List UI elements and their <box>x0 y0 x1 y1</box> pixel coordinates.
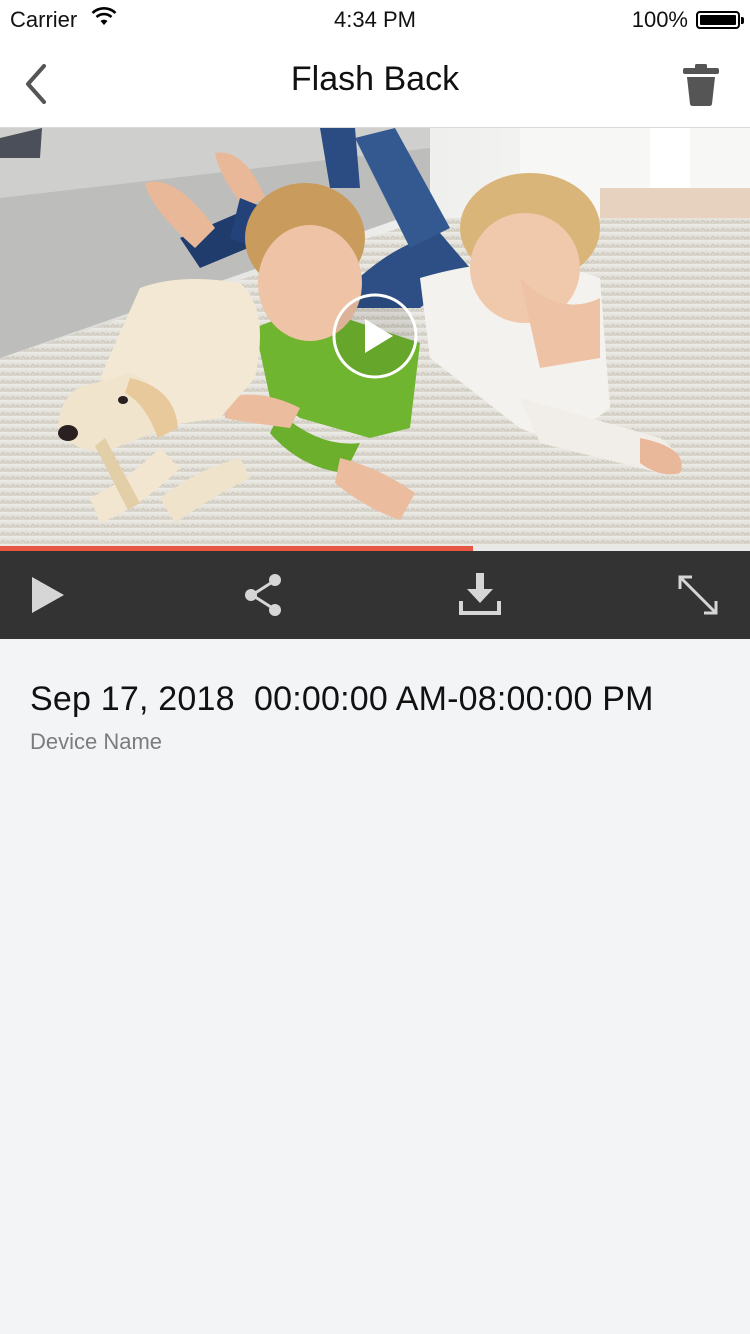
recording-info: Sep 17, 2018 00:00:00 AM-08:00:00 PM Dev… <box>30 680 730 755</box>
status-bar: Carrier 4:34 PM 100% <box>0 0 750 40</box>
status-left: Carrier <box>10 7 117 33</box>
status-right: 100% <box>631 7 744 33</box>
delete-button[interactable] <box>678 62 724 108</box>
player-controls <box>0 551 750 639</box>
battery-percent: 100% <box>631 7 688 32</box>
fullscreen-icon <box>678 575 718 615</box>
play-circle-icon <box>332 293 418 379</box>
wifi-icon <box>91 7 117 33</box>
fullscreen-button[interactable] <box>674 571 722 619</box>
video-player[interactable] <box>0 128 750 550</box>
battery-icon <box>696 11 744 29</box>
nav-bar: Flash Back <box>0 40 750 128</box>
share-button[interactable] <box>240 571 288 619</box>
trash-icon <box>683 64 719 106</box>
play-icon <box>32 577 64 613</box>
page-title: Flash Back <box>290 60 460 98</box>
device-name: Device Name <box>30 729 163 754</box>
carrier-label: Carrier <box>10 7 78 32</box>
play-button[interactable] <box>24 571 72 619</box>
recording-datetime: Sep 17, 2018 00:00:00 AM-08:00:00 PM <box>30 680 654 718</box>
download-icon <box>459 573 501 615</box>
play-overlay-button[interactable] <box>331 292 419 380</box>
download-button[interactable] <box>456 571 504 619</box>
share-icon <box>245 574 281 616</box>
